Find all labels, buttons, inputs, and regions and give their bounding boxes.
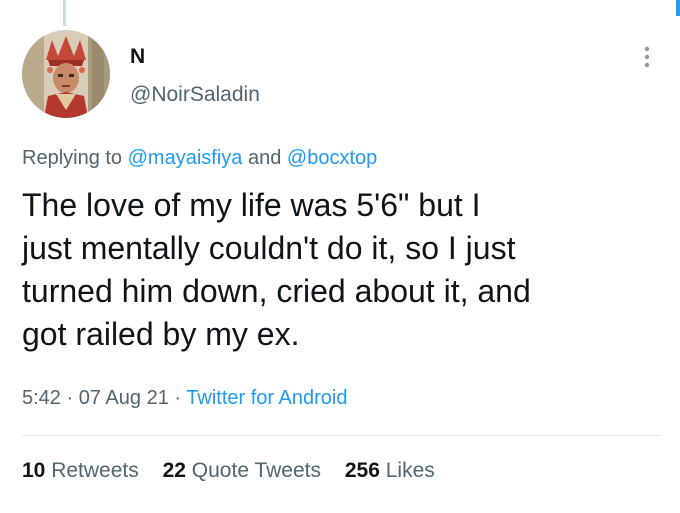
quote-tweets-label: Quote Tweets: [191, 459, 321, 482]
tweet-text-line: The love of my life was 5'6" but I: [22, 187, 481, 223]
user-handle[interactable]: @NoirSaladin: [130, 83, 260, 107]
replying-joiner: and: [247, 147, 282, 169]
tweet-time[interactable]: 5:42: [22, 387, 61, 409]
display-name[interactable]: N: [130, 45, 145, 69]
tweet-text-line: just mentally couldn't do it, so I just: [22, 230, 516, 266]
avatar[interactable]: [22, 30, 110, 118]
quote-tweets-count: 22: [162, 459, 186, 482]
likes-stat[interactable]: 256 Likes: [345, 458, 435, 484]
engagement-stats: 10 Retweets 22 Quote Tweets 256 Likes: [22, 458, 453, 484]
tweet-date[interactable]: 07 Aug 21: [79, 387, 169, 409]
tweet-source-link[interactable]: Twitter for Android: [186, 387, 347, 409]
retweets-label: Retweets: [51, 459, 139, 482]
replying-to-label: Replying to: [22, 147, 123, 169]
more-vertical-icon: [644, 46, 650, 68]
quote-tweets-stat[interactable]: 22 Quote Tweets: [163, 458, 321, 484]
tweet-text-line: got railed by my ex.: [22, 316, 300, 352]
meta-separator: ·: [66, 387, 74, 409]
mention-mayaisfiya[interactable]: @mayaisfiya: [128, 147, 243, 169]
tweet-meta: 5:42 · 07 Aug 21 · Twitter for Android: [22, 385, 347, 411]
replying-to-line: Replying to @mayaisfiya and @bocxtop: [22, 146, 377, 170]
avatar-image: [22, 30, 110, 118]
meta-separator: ·: [174, 387, 182, 409]
likes-label: Likes: [385, 459, 435, 482]
retweets-count: 10: [22, 459, 46, 482]
retweets-stat[interactable]: 10 Retweets: [22, 458, 139, 484]
stats-divider: [22, 435, 660, 436]
more-options-button[interactable]: [632, 42, 662, 72]
likes-count: 256: [344, 459, 380, 482]
thread-connector-line: [63, 0, 66, 26]
tweet-text: The love of my life was 5'6" but I just …: [22, 184, 662, 356]
mention-bocxtop[interactable]: @bocxtop: [287, 147, 377, 169]
tweet-text-line: turned him down, cried about it, and: [22, 273, 531, 309]
edge-accent-bar: [676, 0, 680, 16]
